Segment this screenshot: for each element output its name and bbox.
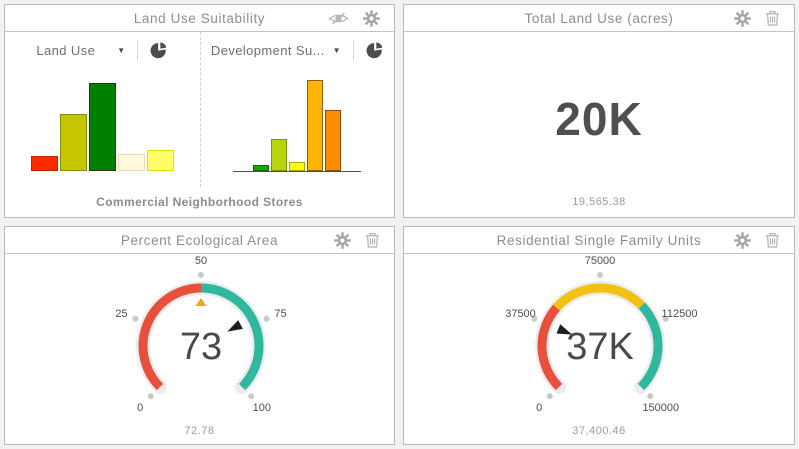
bar-segment [325, 110, 341, 171]
land-use-suitability-widget: Land Use Suitability [4, 4, 395, 218]
gauge-value: 73 [180, 326, 222, 368]
eye-hidden-icon[interactable] [328, 11, 349, 26]
development-suitability-chart-panel: Development Su... ▼ [200, 32, 395, 187]
bar-segment [271, 139, 287, 171]
land-use-chart-panel: Land Use ▼ [5, 32, 200, 187]
gauge-value: 37K [566, 326, 634, 368]
percent-ecological-area-widget: Percent Ecological Area [4, 226, 395, 445]
widget-title: Residential Single Family Units [497, 233, 702, 248]
tick-dot [132, 316, 138, 322]
gauge-precise-value: 72.78 [5, 425, 394, 437]
suitability-charts: Land Use ▼ Development Su... ▼ [5, 32, 394, 187]
widget-title: Total Land Use (acres) [524, 11, 673, 26]
gauge-needle [225, 320, 243, 336]
land-use-bar-chart [5, 68, 200, 187]
tick-dot [148, 393, 154, 399]
trash-icon[interactable] [365, 232, 380, 248]
widget-title: Land Use Suitability [134, 11, 265, 26]
bar-segment [147, 150, 174, 171]
bar-segment [118, 154, 145, 171]
divider [137, 40, 138, 60]
tick-dot [248, 393, 254, 399]
ecological-gauge: 0 25 50 75 100 73 [5, 254, 395, 424]
bar-segment [289, 162, 305, 171]
tick-dot [647, 393, 653, 399]
tick-dot [597, 272, 603, 278]
tick-label: 150000 [642, 402, 679, 414]
tick-label: 75 [274, 308, 286, 320]
widget-header: Residential Single Family Units [404, 227, 794, 254]
bar-segment [307, 80, 323, 171]
threshold-marker [196, 298, 207, 306]
bar-segment [60, 114, 87, 171]
chevron-down-icon[interactable]: ▼ [117, 46, 125, 55]
widget-title: Percent Ecological Area [121, 233, 278, 248]
tick-label: 0 [536, 402, 542, 414]
trash-icon[interactable] [765, 10, 780, 26]
gauge-precise-value: 37,400.46 [404, 425, 794, 437]
development-suitability-bar-chart [201, 68, 395, 187]
gear-icon[interactable] [734, 10, 751, 27]
gear-icon[interactable] [334, 232, 351, 249]
tick-label: 75000 [585, 255, 616, 267]
widget-header: Land Use Suitability [5, 5, 394, 32]
trash-icon[interactable] [765, 232, 780, 248]
pie-chart-icon[interactable] [150, 41, 168, 59]
residential-gauge: 0 37500 75000 112500 150000 37K [404, 254, 795, 424]
indicator-precise-value: 19,565.38 [404, 196, 794, 208]
dashboard: Land Use Suitability [0, 0, 799, 449]
tick-label: 37500 [505, 308, 536, 320]
land-use-dropdown[interactable]: Land Use [36, 43, 95, 58]
tick-label: 0 [137, 402, 143, 414]
total-land-use-widget: Total Land Use (acres) [403, 4, 795, 218]
gear-icon[interactable] [734, 232, 751, 249]
x-axis-line [233, 171, 361, 172]
tick-dot [198, 272, 204, 278]
bar-segment [31, 156, 58, 171]
tick-label: 25 [115, 308, 127, 320]
tick-label: 100 [253, 402, 271, 414]
development-suitability-dropdown[interactable]: Development Su... [211, 43, 325, 58]
pie-chart-icon[interactable] [366, 41, 384, 59]
bar-segment [89, 83, 116, 171]
widget-header: Percent Ecological Area [5, 227, 394, 254]
tick-label: 112500 [662, 308, 698, 320]
tick-dot [264, 316, 270, 322]
tick-dot [547, 393, 553, 399]
tick-label: 50 [195, 255, 207, 267]
divider [353, 40, 354, 60]
indicator-value: 20K [404, 92, 794, 146]
chart-caption: Commercial Neighborhood Stores [5, 187, 394, 217]
chevron-down-icon[interactable]: ▼ [333, 46, 341, 55]
residential-units-widget: Residential Single Family Units [403, 226, 795, 445]
gear-icon[interactable] [363, 10, 380, 27]
widget-header: Total Land Use (acres) [404, 5, 794, 32]
